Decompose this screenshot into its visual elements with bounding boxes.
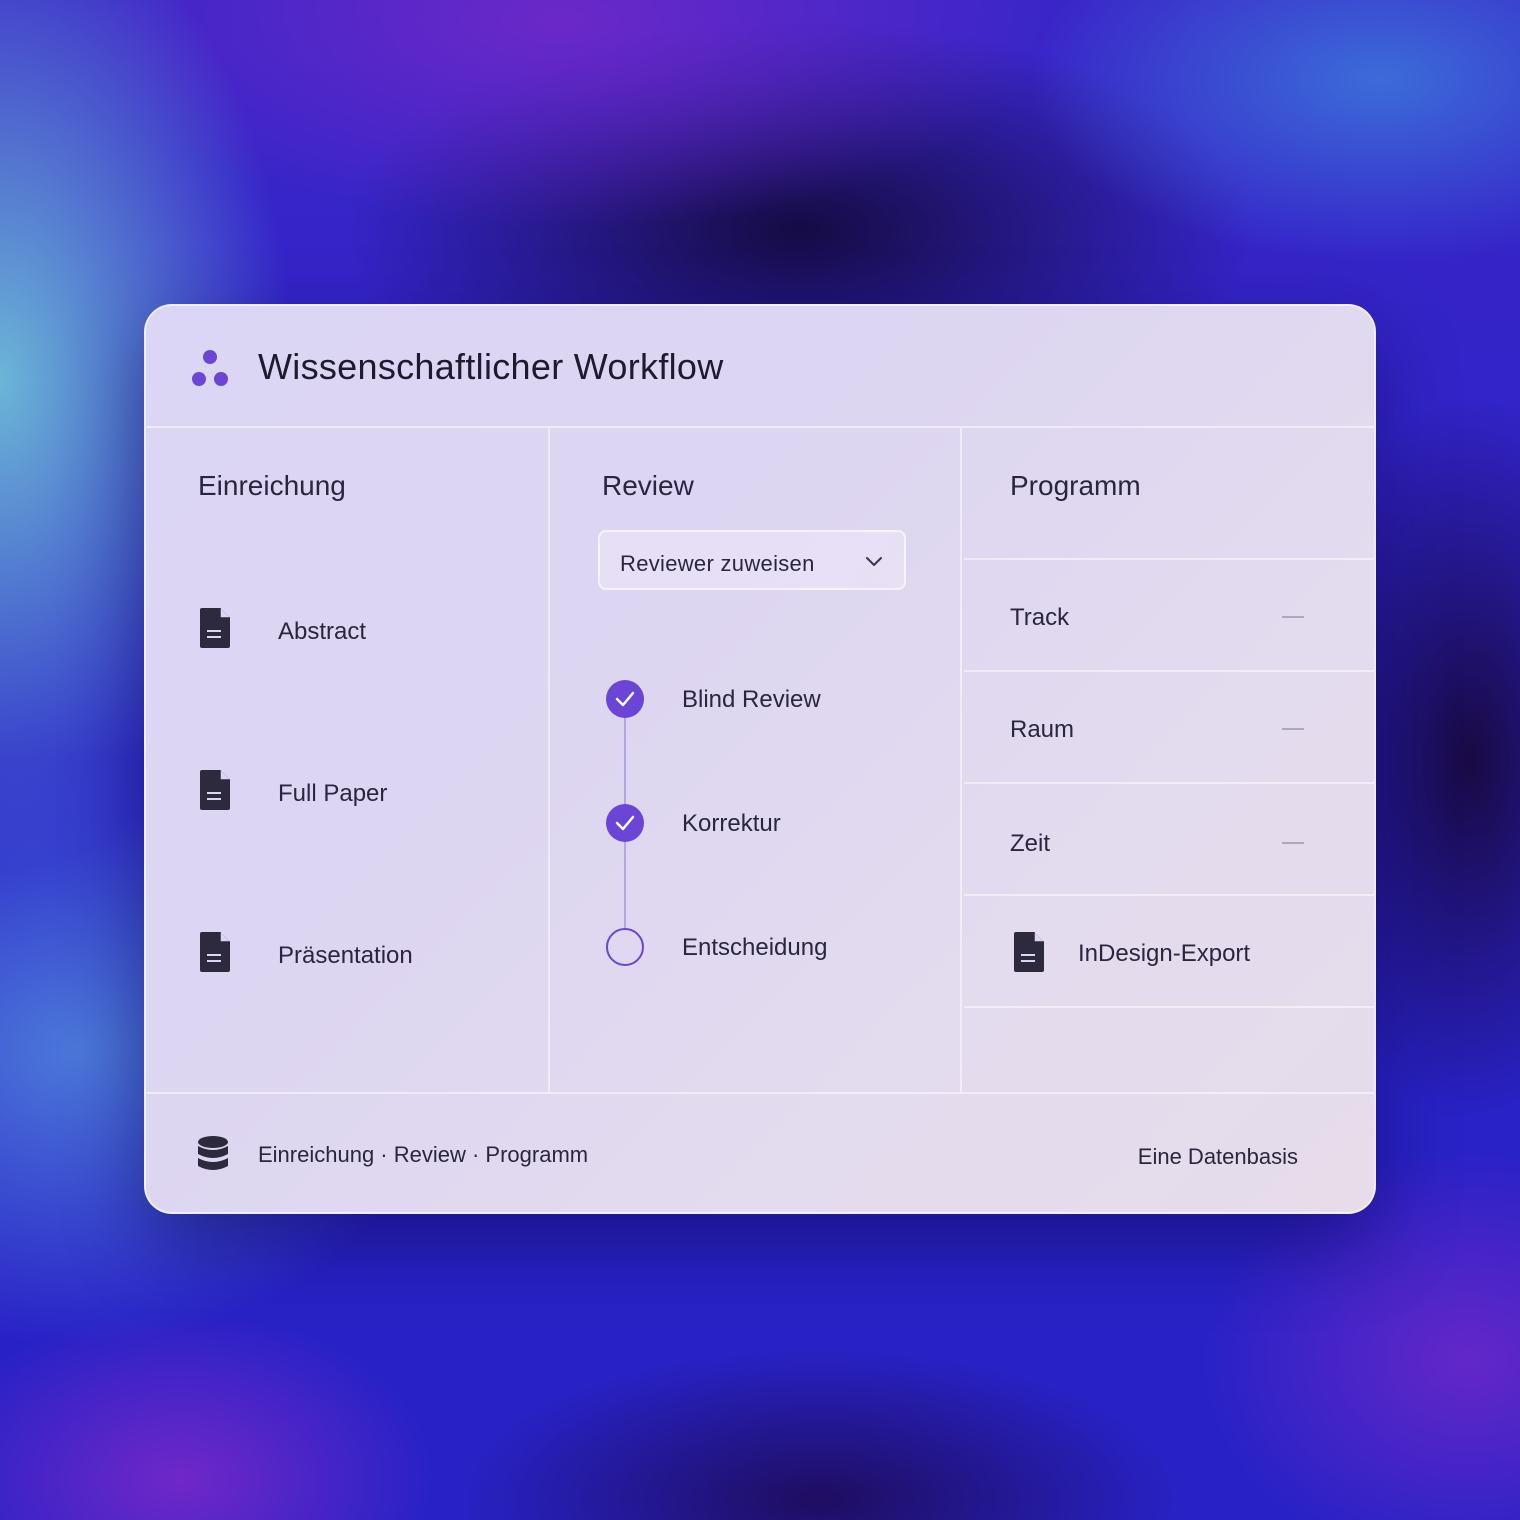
submission-column-title: Einreichung [198, 470, 346, 501]
step-connector [624, 718, 626, 804]
step-label: Korrektur [682, 810, 781, 837]
step-label: Blind Review [682, 686, 821, 713]
reviewer-assign-dropdown[interactable]: Reviewer zuweisen [598, 530, 906, 590]
program-row-track[interactable]: Track [964, 558, 1374, 670]
item-label: Full Paper [278, 780, 388, 807]
card-header: Wissenschaftlicher Workflow [146, 306, 1374, 428]
check-circle-icon [606, 680, 644, 718]
footer-tagline: Eine Datenbasis [1137, 1144, 1298, 1169]
row-label: Track [1010, 604, 1070, 631]
row-label: Zeit [1010, 830, 1051, 857]
document-icon [200, 770, 230, 810]
chevron-down-icon [866, 557, 882, 566]
column-divider [548, 428, 550, 1092]
empty-circle-icon [606, 928, 644, 966]
document-icon [200, 932, 230, 972]
program-column-title: Programm [1010, 470, 1141, 501]
footer-workflow-summary: Einreichung · Review · Programm [258, 1142, 589, 1167]
three-dots-logo-icon [190, 348, 230, 388]
program-row-zeit[interactable]: Zeit [964, 782, 1374, 894]
export-label: InDesign-Export [1078, 940, 1251, 967]
indesign-export-button[interactable]: InDesign-Export [964, 894, 1374, 1006]
program-row-empty [964, 1006, 1374, 1094]
step-connector [624, 842, 626, 928]
document-icon [200, 608, 230, 648]
card-footer: Einreichung · Review · Programm Eine Dat… [146, 1092, 1374, 1212]
dropdown-value: Reviewer zuweisen [620, 551, 815, 576]
database-icon [198, 1136, 228, 1170]
empty-value-dash [1282, 616, 1304, 618]
empty-value-dash [1282, 728, 1304, 730]
document-icon [1014, 932, 1044, 972]
page-title: Wissenschaftlicher Workflow [258, 346, 724, 387]
item-label: Präsentation [278, 942, 413, 969]
row-label: Raum [1010, 716, 1075, 743]
program-row-raum[interactable]: Raum [964, 670, 1374, 782]
workflow-card: Wissenschaftlicher Workflow Einreichung … [144, 304, 1376, 1214]
check-circle-icon [606, 804, 644, 842]
column-divider [960, 428, 962, 1092]
item-label: Abstract [278, 618, 367, 645]
review-column-title: Review [602, 470, 694, 501]
empty-value-dash [1282, 842, 1304, 844]
step-label: Entscheidung [682, 934, 828, 961]
